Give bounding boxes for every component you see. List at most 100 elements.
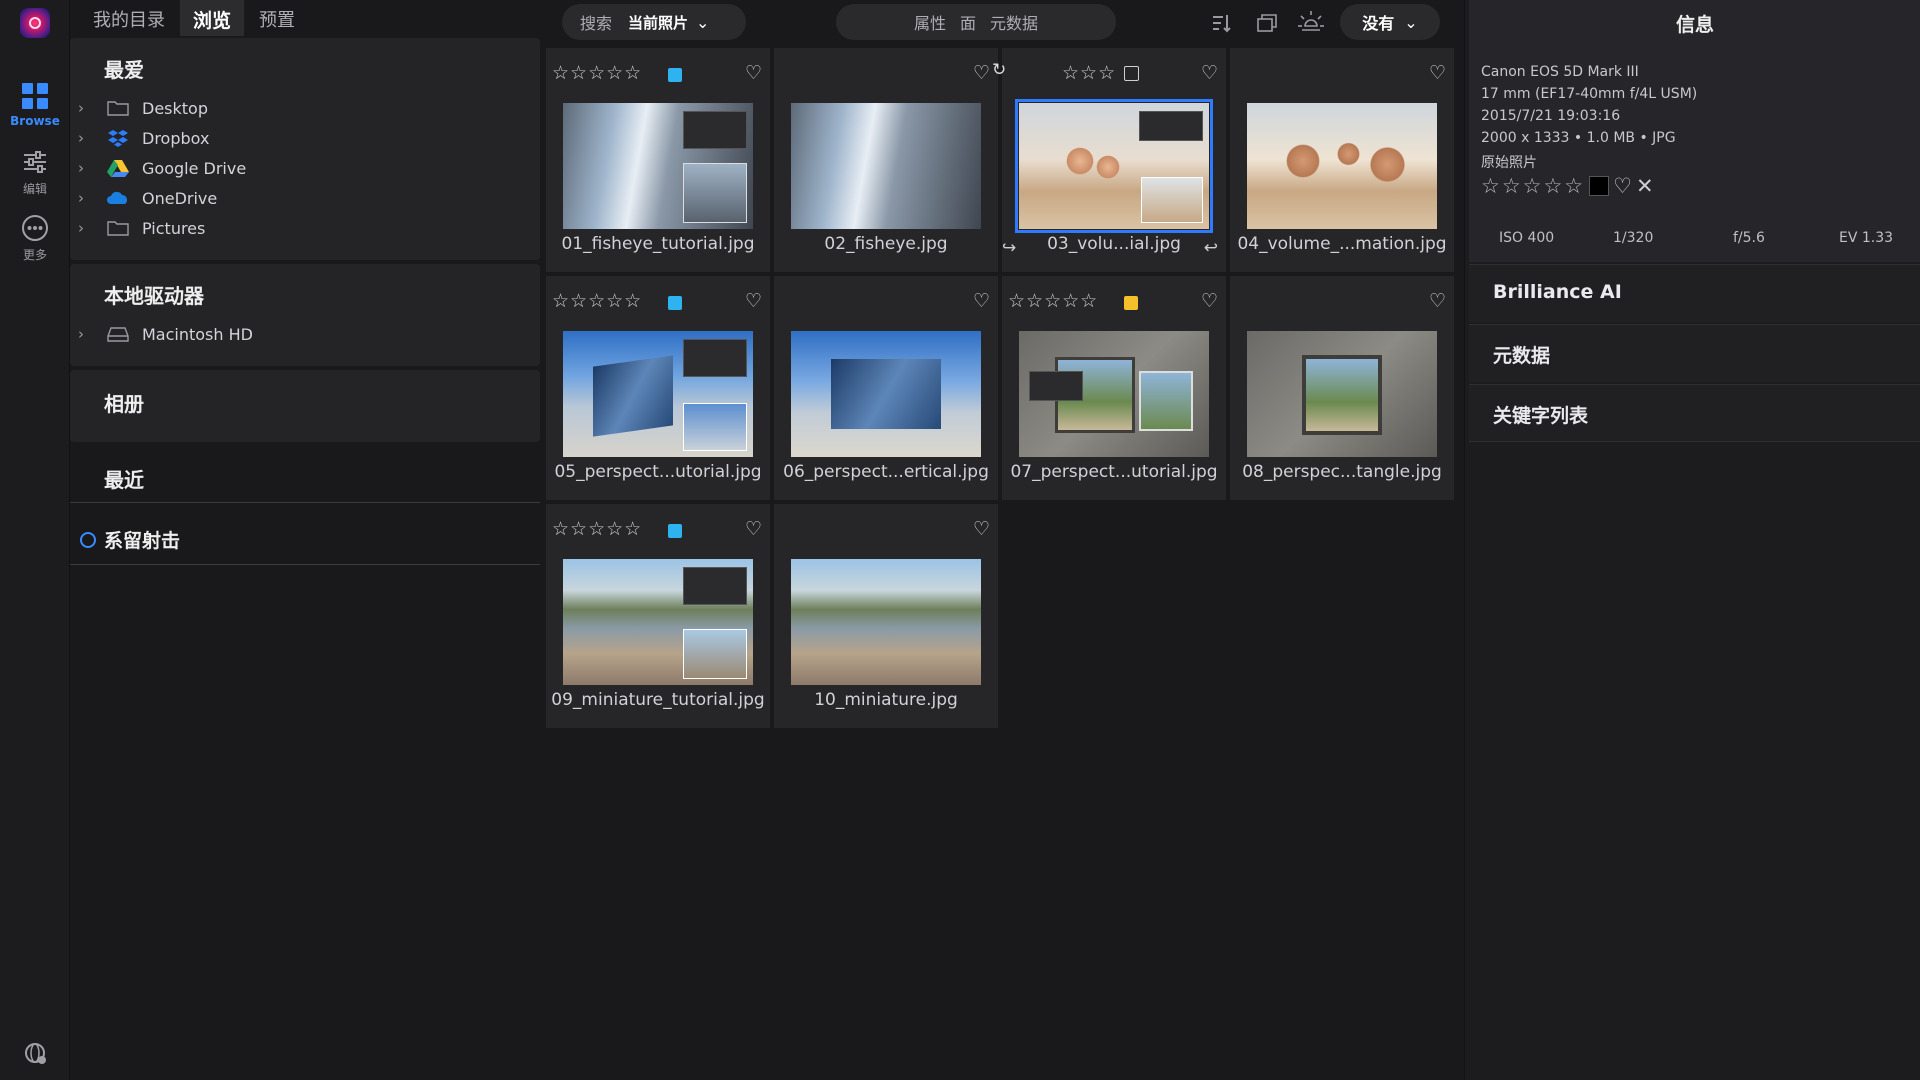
chevron-right-icon[interactable]: › <box>78 159 92 177</box>
photo-thumbnail[interactable] <box>563 103 753 229</box>
heart-icon[interactable]: ♡ <box>973 290 990 312</box>
more-icon <box>22 215 48 241</box>
heart-icon[interactable]: ♡ <box>973 62 990 84</box>
photo-thumbnail[interactable] <box>791 103 981 229</box>
view-mode-attributes[interactable]: 属性 <box>914 10 946 34</box>
photo-cell[interactable]: ☆☆☆☆☆ ♡ 09_miniature_tutorial.jpg <box>546 504 770 728</box>
rotate-right-icon[interactable]: ↩ <box>1204 238 1218 258</box>
photo-thumbnail[interactable] <box>1019 331 1209 457</box>
photo-cell[interactable]: ☆☆☆☆☆ ♡ 07_perspect...utorial.jpg <box>1002 276 1226 500</box>
sidebar-item-macintosh-hd[interactable]: › Macintosh HD <box>70 320 540 348</box>
sidebar-item-dropbox[interactable]: › Dropbox <box>70 124 540 152</box>
tab-catalog[interactable]: 我的目录 <box>80 0 178 36</box>
heart-icon[interactable]: ♡ <box>1429 62 1446 84</box>
edit-button[interactable]: 编辑 <box>0 148 70 197</box>
color-label[interactable] <box>668 296 682 310</box>
photo-thumbnail[interactable] <box>563 331 753 457</box>
sidebar-item-desktop[interactable]: › Desktop <box>70 94 540 122</box>
color-label[interactable] <box>1124 296 1138 310</box>
view-mode-switcher[interactable]: 属性 面 元数据 <box>836 4 1116 40</box>
photo-cell[interactable]: ↻ ☆☆☆ ♡ ↪ 03_volu...ial.jpg ↩ <box>992 48 1226 272</box>
file-name: 02_fisheye.jpg <box>824 234 948 254</box>
file-name: 04_volume_...mation.jpg <box>1237 234 1447 254</box>
photo-thumbnail[interactable] <box>791 331 981 457</box>
app-logo-icon <box>20 8 50 38</box>
heart-icon[interactable]: ♡ <box>745 290 762 312</box>
color-label-swatch[interactable] <box>1589 176 1610 196</box>
tab-browse[interactable]: 浏览 <box>180 0 245 36</box>
color-label[interactable] <box>1124 66 1139 81</box>
search-scope-dropdown[interactable]: 搜索 当前照片 ⌄ <box>562 4 746 40</box>
more-label: 更多 <box>22 248 47 262</box>
photo-thumbnail[interactable] <box>563 559 753 685</box>
star-rating[interactable]: ☆☆☆ <box>1062 62 1116 84</box>
photo-cell[interactable]: ♡ 02_fisheye.jpg <box>774 48 998 272</box>
photo-thumbnail[interactable] <box>791 559 981 685</box>
heart-icon[interactable]: ♡ <box>1201 290 1218 312</box>
sort-icon[interactable] <box>1210 12 1232 34</box>
filter-dropdown[interactable]: 没有 ⌄ <box>1340 4 1440 40</box>
section-brilliance-ai[interactable]: Brilliance AI <box>1469 264 1920 322</box>
albums-panel[interactable]: 相册 <box>70 370 540 442</box>
browse-button[interactable]: Browse <box>0 82 70 128</box>
albums-title: 相册 <box>104 392 144 416</box>
photo-thumbnail[interactable] <box>1247 331 1437 457</box>
photo-cell[interactable]: ☆☆☆☆☆ ♡ 01_fisheye_tutorial.jpg <box>546 48 770 272</box>
photo-cell[interactable]: ♡ 10_miniature.jpg <box>774 504 998 728</box>
color-label[interactable] <box>668 524 682 538</box>
file-name: 08_perspec...tangle.jpg <box>1242 462 1442 482</box>
view-mode-face[interactable]: 面 <box>960 10 976 34</box>
heart-icon[interactable]: ♡ <box>1429 290 1446 312</box>
file-name: 03_volu...ial.jpg <box>1047 234 1181 254</box>
heart-icon[interactable]: ♡ <box>1613 174 1632 198</box>
rotate-icon[interactable]: ↻ <box>992 60 1006 80</box>
star-rating[interactable]: ☆☆☆☆☆ <box>1481 174 1585 198</box>
view-mode-metadata[interactable]: 元数据 <box>990 10 1038 34</box>
network-icon[interactable] <box>22 1040 48 1066</box>
chevron-down-icon: ⌄ <box>1404 12 1418 32</box>
photo-cell[interactable]: ♡ 08_perspec...tangle.jpg <box>1230 276 1454 500</box>
chevron-right-icon[interactable]: › <box>78 99 92 117</box>
photo-cell[interactable]: ♡ 06_perspect...ertical.jpg <box>774 276 998 500</box>
chevron-right-icon[interactable]: › <box>78 325 92 343</box>
chevron-right-icon[interactable]: › <box>78 189 92 207</box>
chevron-right-icon[interactable]: › <box>78 129 92 147</box>
photo-cell[interactable]: ♡ 04_volume_...mation.jpg <box>1230 48 1454 272</box>
section-keywords[interactable]: 关键字列表 <box>1469 384 1920 442</box>
favorites-panel: 最爱 › Desktop › Dropbox › Google Drive › … <box>70 38 540 260</box>
heart-icon[interactable]: ♡ <box>973 518 990 540</box>
star-rating[interactable]: ☆☆☆☆☆ <box>552 290 642 312</box>
star-rating[interactable]: ☆☆☆☆☆ <box>552 62 642 84</box>
file-name: 05_perspect...utorial.jpg <box>554 462 762 482</box>
heart-icon[interactable]: ♡ <box>745 62 762 84</box>
heart-icon[interactable]: ♡ <box>1201 62 1218 84</box>
recent-title[interactable]: 最近 <box>104 464 144 493</box>
sidebar-item-label: Dropbox <box>142 128 210 148</box>
compare-icon[interactable] <box>1256 11 1280 35</box>
reject-icon[interactable]: ✕ <box>1636 174 1654 198</box>
heart-icon[interactable]: ♡ <box>745 518 762 540</box>
brightness-icon[interactable] <box>1296 8 1326 38</box>
divider <box>70 564 540 565</box>
photo-thumbnail[interactable] <box>1247 103 1437 229</box>
photo-thumbnail[interactable] <box>1015 99 1213 233</box>
photo-cell[interactable]: ☆☆☆☆☆ ♡ 05_perspect...utorial.jpg <box>546 276 770 500</box>
info-sidebar: 信息 Canon EOS 5D Mark III 17 mm (EF17-40m… <box>1464 0 1920 1080</box>
tab-presets[interactable]: 预置 <box>246 0 308 36</box>
file-name: 01_fisheye_tutorial.jpg <box>561 234 755 254</box>
star-rating[interactable]: ☆☆☆☆☆ <box>552 518 642 540</box>
sidebar-item-google-drive[interactable]: › Google Drive <box>70 154 540 182</box>
section-metadata[interactable]: 元数据 <box>1469 324 1920 382</box>
sidebar-item-onedrive[interactable]: › OneDrive <box>70 184 540 212</box>
filter-value: 没有 <box>1362 14 1395 33</box>
tethered-shooting-item[interactable]: 系留射击 <box>80 526 180 553</box>
more-button[interactable]: 更多 <box>0 214 70 263</box>
circle-icon <box>80 531 96 548</box>
chevron-right-icon[interactable]: › <box>78 219 92 237</box>
color-label[interactable] <box>668 68 682 82</box>
image-dimensions: 2000 x 1333 • 1.0 MB • JPG <box>1481 130 1676 146</box>
section-label: 元数据 <box>1493 345 1551 367</box>
star-rating[interactable]: ☆☆☆☆☆ <box>1008 290 1098 312</box>
exif-ev: EV 1.33 <box>1839 230 1894 246</box>
sidebar-item-pictures[interactable]: › Pictures <box>70 214 540 242</box>
